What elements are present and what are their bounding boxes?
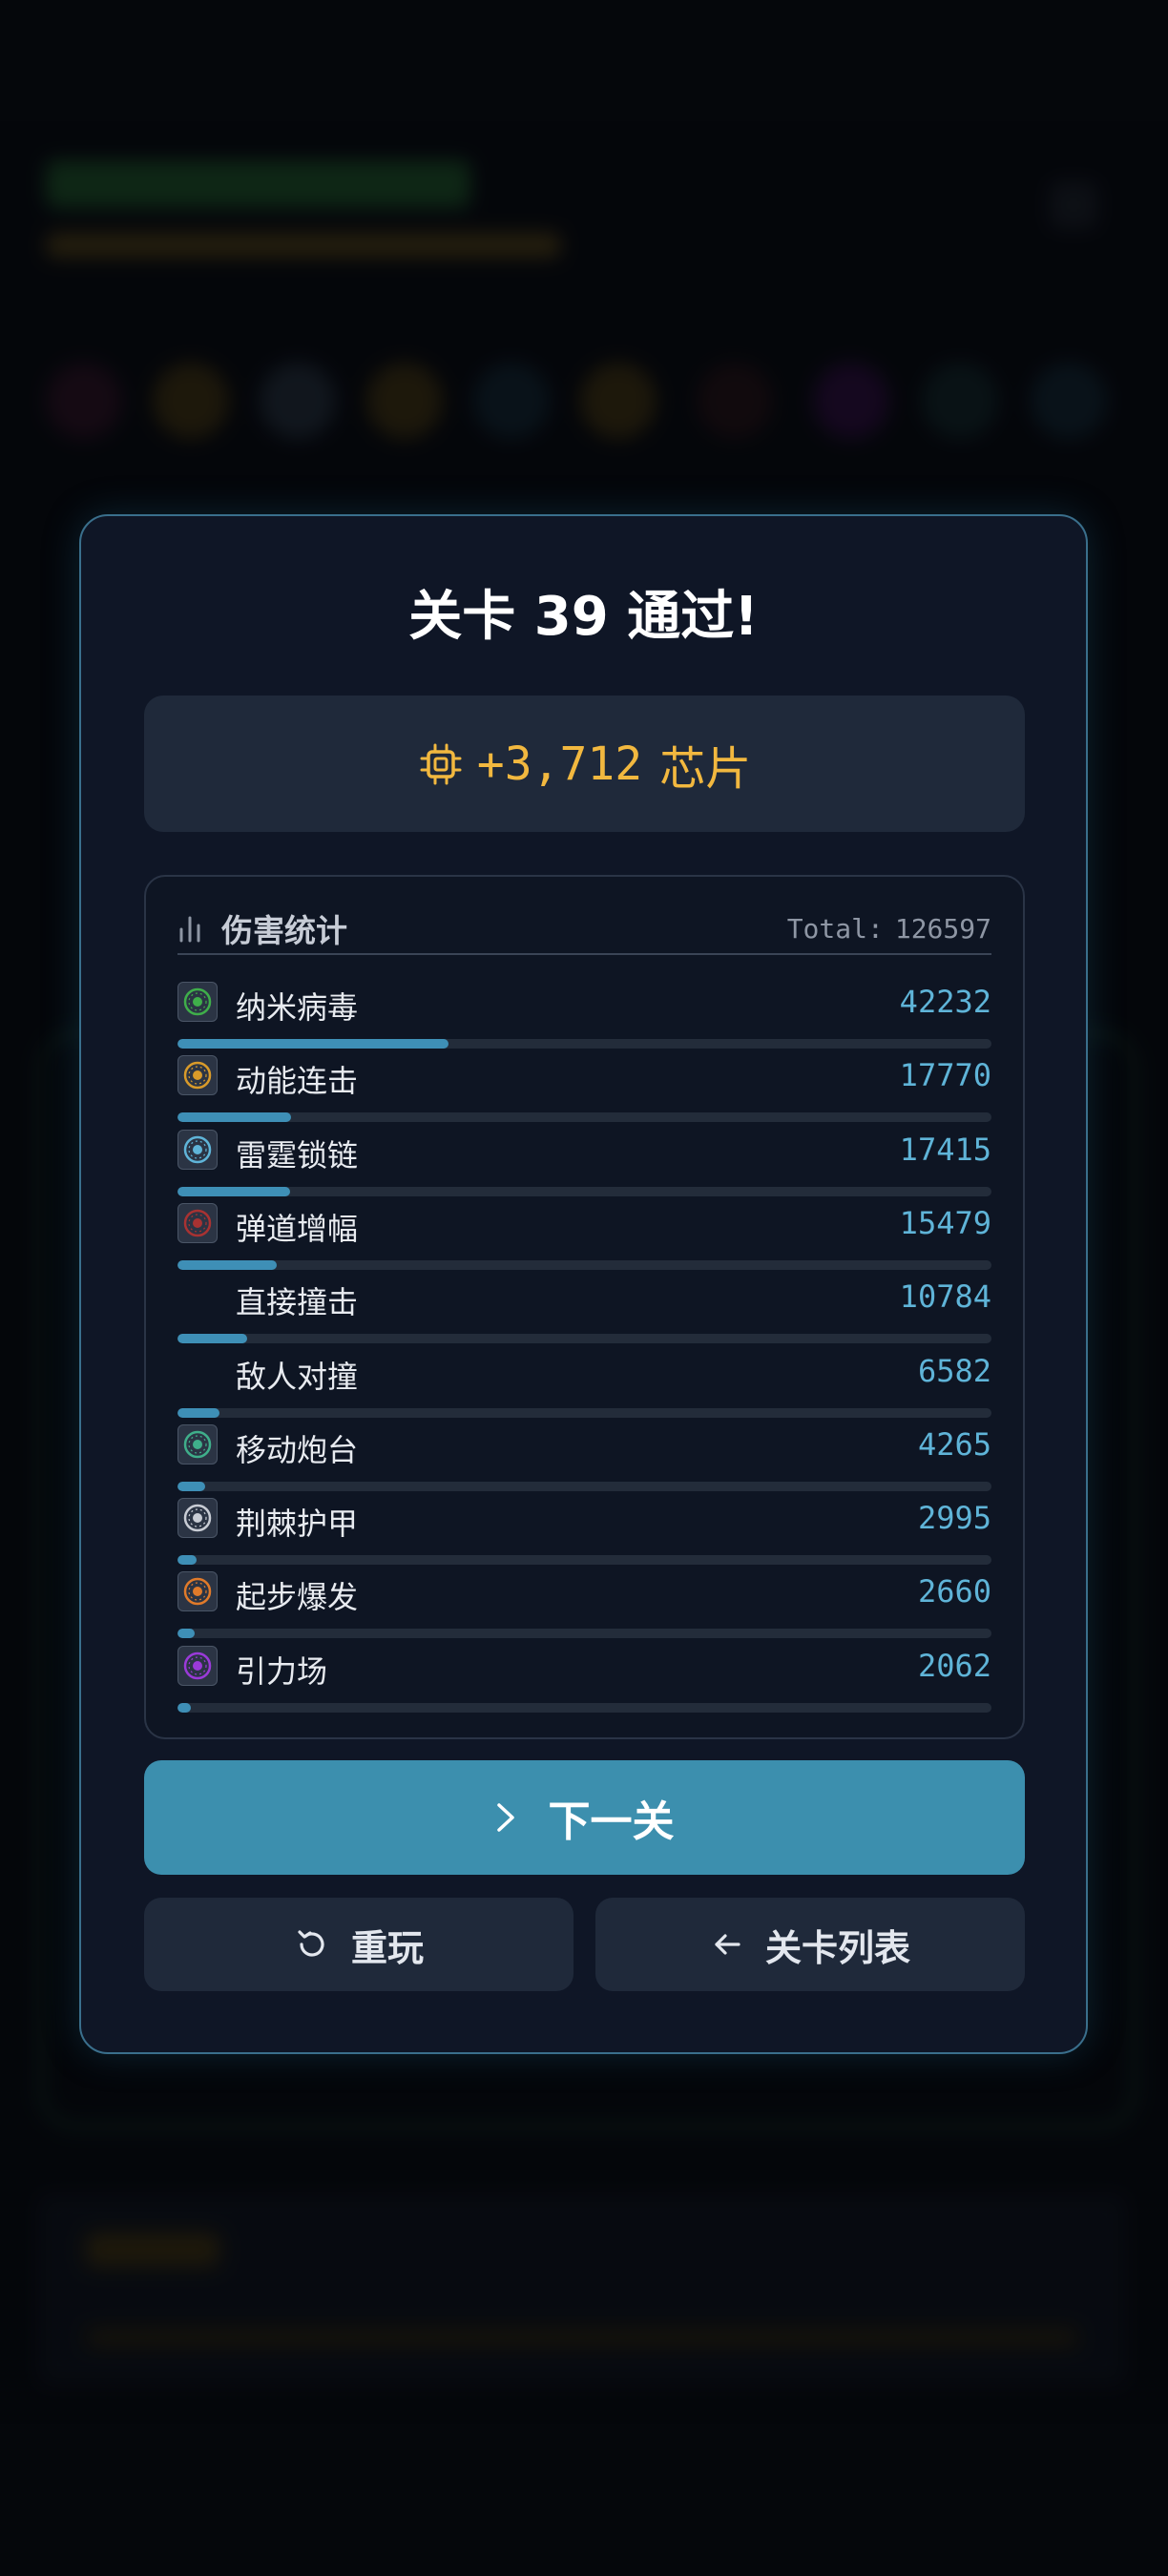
damage-value: 2995 [917,1500,991,1537]
damage-value: 2660 [917,1573,991,1610]
damage-row: 荆棘护甲 2995 [177,1498,991,1571]
damage-bar-track [177,1702,991,1713]
damage-stats-header: 伤害统计 Total: 126597 [177,904,991,955]
damage-bar-track [177,1481,991,1491]
damage-bar-fill [177,1112,291,1123]
replay-button[interactable]: 重玩 [144,1898,574,1991]
damage-bar-track [177,1555,991,1566]
damage-bar-track [177,1186,991,1196]
damage-source-name: 移动炮台 [236,1431,359,1468]
arrow-left-icon [715,1934,740,1955]
damage-bar-fill [177,1555,197,1566]
chevron-right-icon [496,1803,514,1832]
damage-bar-track [177,1259,991,1270]
damage-value: 6582 [917,1352,991,1389]
damage-bar-track [177,1629,991,1639]
chip-reward: +3,712 芯片 [144,696,1025,832]
damage-bar-track [177,1112,991,1123]
damage-source-name: 动能连击 [236,1063,359,1100]
damage-bar-fill [177,1407,219,1418]
damage-bar-fill [177,1039,448,1049]
damage-bar-fill [177,1259,277,1270]
damage-bar-fill [177,1702,191,1713]
damage-bar-track [177,1039,991,1049]
damage-row: 雷霆锁链 17415 [177,1129,991,1203]
thunder-chain-icon [177,1129,218,1170]
damage-total-value: 126597 [894,912,991,945]
replay-label: 重玩 [350,1926,424,1969]
damage-total: Total: 126597 [787,913,991,945]
damage-row: 弹道增幅 15479 [177,1202,991,1277]
damage-bar-fill [177,1481,205,1491]
nano-virus-icon [177,982,218,1022]
damage-row: 直接撞击 10784 [177,1277,991,1350]
modal-title: 关卡 39 通过! [408,586,759,648]
mobile-turret-icon [177,1423,218,1465]
damage-source-name: 荆棘护甲 [236,1506,359,1543]
reward-amount: +3,712 [476,737,643,791]
damage-bar-fill [177,1334,247,1344]
damage-row: 敌人对撞 6582 [177,1351,991,1424]
damage-source-name: 起步爆发 [236,1579,359,1616]
level-complete-modal: 关卡 39 通过! +3,712 芯片 伤害统计 Total: 126597 纳… [79,514,1088,2054]
kinetic-combo-icon [177,1055,218,1096]
damage-value: 2062 [917,1647,991,1684]
damage-value: 10784 [899,1278,991,1316]
damage-stats-panel: 伤害统计 Total: 126597 纳米病毒 42232 动能连击 17770 雷霆锁链… [144,875,1025,1739]
level-list-button[interactable]: 关卡列表 [595,1898,1025,1991]
damage-row: 引力场 2062 [177,1645,991,1719]
next-level-button[interactable]: 下一关 [144,1760,1025,1875]
damage-value: 17770 [899,1057,991,1094]
damage-source-name: 直接撞击 [236,1284,359,1321]
thorn-armor-icon [177,1498,218,1539]
damage-value: 15479 [899,1204,991,1241]
reward-unit: 芯片 [659,741,752,796]
bar-chart-icon [179,916,200,943]
damage-value: 17415 [899,1131,991,1168]
chip-icon [420,743,462,784]
damage-source-name: 纳米病毒 [236,989,359,1026]
gravity-field-icon [177,1645,218,1686]
damage-source-name: 弹道增幅 [236,1210,359,1247]
damage-value: 4265 [917,1425,991,1463]
damage-source-name: 雷霆锁链 [236,1136,359,1174]
damage-row: 移动炮台 4265 [177,1423,991,1498]
start-burst-icon [177,1571,218,1612]
damage-source-name: 敌人对撞 [236,1358,359,1395]
damage-bar-track [177,1334,991,1344]
next-level-label: 下一关 [548,1797,675,1846]
damage-source-name: 引力场 [236,1652,328,1690]
damage-row: 动能连击 17770 [177,1055,991,1129]
damage-bar-fill [177,1629,195,1639]
level-list-label: 关卡列表 [764,1926,910,1969]
ballistic-boost-icon [177,1202,218,1243]
damage-stats-title: 伤害统计 [221,912,347,949]
damage-value: 42232 [899,984,991,1020]
damage-bar-track [177,1407,991,1418]
damage-row: 纳米病毒 42232 [177,982,991,1055]
replay-icon [298,1930,324,1957]
damage-bar-fill [177,1186,290,1196]
damage-row: 起步爆发 2660 [177,1571,991,1645]
damage-total-label: Total: [786,912,884,945]
damage-stats-title-group: 伤害统计 [177,905,347,951]
